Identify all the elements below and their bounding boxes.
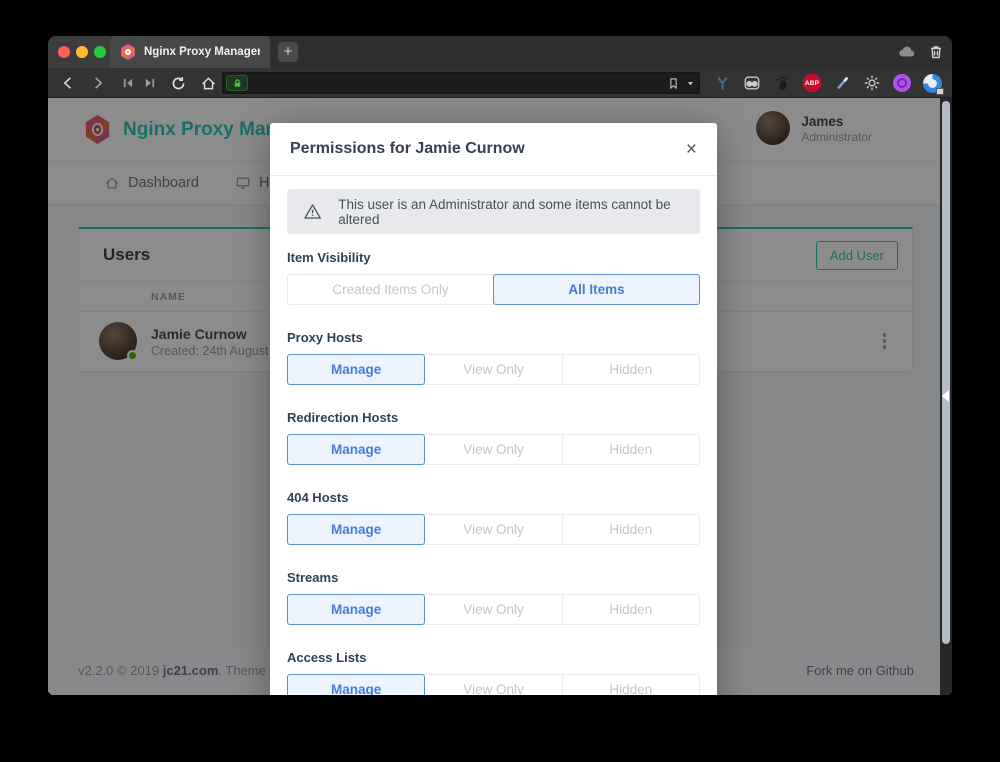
extension-fork-icon[interactable] [712,73,732,93]
permission-options-group: Manage View Only Hidden [287,594,700,625]
permission-options-group: Manage View Only Hidden [287,514,700,545]
option-view-only[interactable]: View Only [424,434,562,465]
zoom-window-button[interactable] [94,46,106,58]
permission-section-label: Streams [287,570,700,585]
permission-options-group: Manage View Only Hidden [287,674,700,695]
permission-section-label: Access Lists [287,650,700,665]
permission-section: 404 Hosts Manage View Only Hidden [287,490,700,545]
option-view-only[interactable]: View Only [424,514,562,545]
extension-gear-icon[interactable] [862,73,882,93]
option-manage[interactable]: Manage [287,674,425,695]
visibility-label: Item Visibility [287,250,700,265]
option-hidden[interactable]: Hidden [562,354,700,385]
site-favicon [120,44,136,60]
new-tab-button[interactable]: + [278,42,298,62]
modal-close-icon[interactable]: × [686,140,697,159]
bookmark-icon[interactable] [667,76,680,91]
permission-section: Streams Manage View Only Hidden [287,570,700,625]
address-bar[interactable] [222,72,700,94]
option-view-only[interactable]: View Only [424,354,562,385]
permission-section-label: Proxy Hosts [287,330,700,345]
close-window-button[interactable] [58,46,70,58]
admin-alert: This user is an Administrator and some i… [287,189,700,234]
trash-icon[interactable] [926,42,946,62]
permission-section-label: Redirection Hosts [287,410,700,425]
option-hidden[interactable]: Hidden [562,514,700,545]
option-manage[interactable]: Manage [287,594,425,625]
option-view-only[interactable]: View Only [424,594,562,625]
npm-page: Nginx Proxy Manager James Administrator … [48,98,940,695]
reload-button[interactable] [168,73,188,93]
admin-alert-text: This user is an Administrator and some i… [338,197,684,227]
modal-title: Permissions for Jamie Curnow [290,140,525,158]
option-hidden[interactable]: Hidden [562,594,700,625]
permission-section: Access Lists Manage View Only Hidden [287,650,700,695]
option-created-items-only[interactable]: Created Items Only [287,274,494,305]
home-button[interactable] [198,73,218,93]
sync-cloud-icon[interactable] [897,42,917,62]
desktop: Nginx Proxy Manager + [0,0,1000,762]
option-manage[interactable]: Manage [287,434,425,465]
permissions-modal: Permissions for Jamie Curnow × This user… [270,123,717,695]
option-manage[interactable]: Manage [287,514,425,545]
rewind-button[interactable] [118,73,138,93]
option-hidden[interactable]: Hidden [562,434,700,465]
extension-pen-icon[interactable] [832,73,852,93]
forward-button[interactable] [88,73,108,93]
extension-goggles-icon[interactable] [742,73,762,93]
permission-section: Redirection Hosts Manage View Only Hidde… [287,410,700,465]
tab-title: Nginx Proxy Manager [144,46,260,58]
window-controls [48,36,110,68]
option-view-only[interactable]: View Only [424,674,562,695]
minimize-window-button[interactable] [76,46,88,58]
scrollbar-thumb[interactable] [942,101,950,644]
extension-adblock-plus-icon[interactable]: ABP [802,73,822,93]
extension-session-icon[interactable] [922,73,942,93]
permission-section-label: 404 Hosts [287,490,700,505]
browser-viewport: Nginx Proxy Manager James Administrator … [48,98,952,695]
fast-forward-button[interactable] [140,73,160,93]
option-hidden[interactable]: Hidden [562,674,700,695]
security-lock-icon[interactable] [226,75,248,91]
permission-options-group: Manage View Only Hidden [287,354,700,385]
extension-gnome-foot-icon[interactable] [772,73,792,93]
back-button[interactable] [58,73,78,93]
bookmark-dropdown-icon[interactable] [686,79,695,88]
option-manage[interactable]: Manage [287,354,425,385]
browser-tabbar: Nginx Proxy Manager + [48,36,952,68]
panel-toggle-icon[interactable] [942,390,949,402]
browser-toolbar: ABP [48,68,952,98]
extension-purple-icon[interactable] [892,73,912,93]
permission-options-group: Manage View Only Hidden [287,434,700,465]
permission-section: Proxy Hosts Manage View Only Hidden [287,330,700,385]
visibility-group: Created Items Only All Items [287,274,700,305]
warning-icon [303,201,322,222]
browser-window: Nginx Proxy Manager + [48,36,952,695]
browser-tab[interactable]: Nginx Proxy Manager [110,36,270,68]
option-all-items[interactable]: All Items [493,274,700,305]
